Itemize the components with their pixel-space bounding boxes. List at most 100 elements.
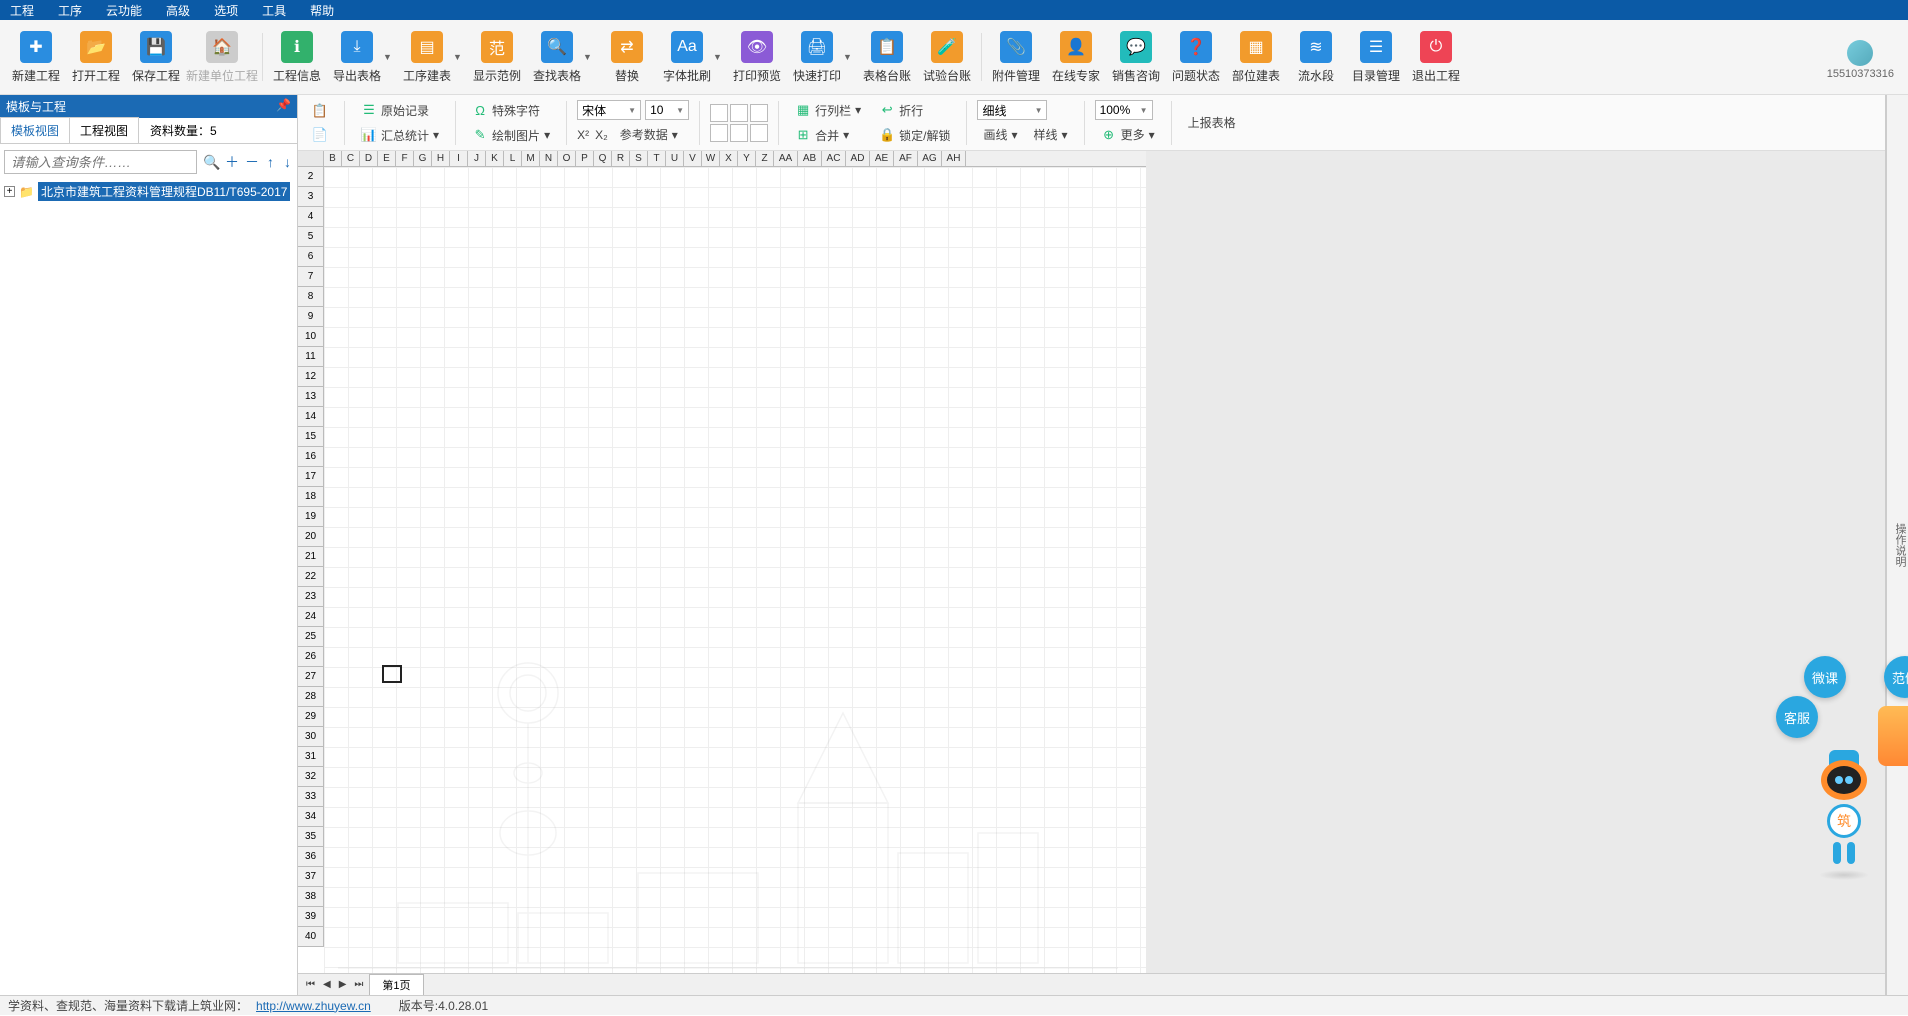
col-header-[interactable]	[298, 151, 324, 166]
sheet-nav-first[interactable]: ⏮	[304, 979, 317, 990]
row-header-29[interactable]: 29	[298, 707, 324, 727]
robot-icon[interactable]: 筑	[1816, 746, 1872, 836]
col-header-J[interactable]: J	[468, 151, 486, 166]
toolbar-快速打印[interactable]: 🖨快速打印	[787, 31, 847, 84]
toolbar-查找表格[interactable]: 🔍查找表格	[527, 31, 587, 84]
tab-project-view[interactable]: 工程视图	[69, 117, 139, 143]
toolbar-退出工程[interactable]: ⏻退出工程	[1406, 31, 1466, 84]
col-header-U[interactable]: U	[666, 151, 684, 166]
row-header-40[interactable]: 40	[298, 927, 324, 947]
row-header-11[interactable]: 11	[298, 347, 324, 367]
add-icon[interactable]: ＋	[225, 152, 239, 172]
col-header-N[interactable]: N	[540, 151, 558, 166]
col-header-D[interactable]: D	[360, 151, 378, 166]
row-header-23[interactable]: 23	[298, 587, 324, 607]
col-header-B[interactable]: B	[324, 151, 342, 166]
col-header-H[interactable]: H	[432, 151, 450, 166]
sheet-nav-last[interactable]: ⏭	[352, 979, 365, 990]
lock-button[interactable]: 🔒锁定/解锁	[873, 125, 956, 146]
row-header-36[interactable]: 36	[298, 847, 324, 867]
row-header-28[interactable]: 28	[298, 687, 324, 707]
col-header-W[interactable]: W	[702, 151, 720, 166]
row-header-8[interactable]: 8	[298, 287, 324, 307]
menu-2[interactable]: 云功能	[106, 2, 142, 19]
toolbar-附件管理[interactable]: 📎附件管理	[986, 31, 1046, 84]
font-size-select[interactable]: 10▼	[645, 100, 689, 120]
rowcol-button[interactable]: ▦行列栏 ▾	[789, 100, 867, 121]
col-header-AH[interactable]: AH	[942, 151, 966, 166]
col-header-X[interactable]: X	[720, 151, 738, 166]
toolbar-流水段[interactable]: ≋流水段	[1286, 31, 1346, 84]
down-icon[interactable]: ↓	[282, 154, 293, 170]
status-link[interactable]: http://www.zhuyew.cn	[256, 999, 371, 1013]
col-header-AF[interactable]: AF	[894, 151, 918, 166]
row-header-15[interactable]: 15	[298, 427, 324, 447]
menu-1[interactable]: 工序	[58, 2, 82, 19]
menu-0[interactable]: 工程	[10, 2, 34, 19]
dropdown-arrow-icon[interactable]: ▼	[453, 52, 463, 62]
col-header-AD[interactable]: AD	[846, 151, 870, 166]
draw-image-button[interactable]: ✎绘制图片 ▾	[466, 125, 556, 146]
row-header-38[interactable]: 38	[298, 887, 324, 907]
col-header-P[interactable]: P	[576, 151, 594, 166]
col-header-K[interactable]: K	[486, 151, 504, 166]
col-header-T[interactable]: T	[648, 151, 666, 166]
toolbar-问题状态[interactable]: ❓问题状态	[1166, 31, 1226, 84]
col-header-O[interactable]: O	[558, 151, 576, 166]
toolbar-导出表格[interactable]: ⤓导出表格	[327, 31, 387, 84]
wrap-button[interactable]: ↩折行	[873, 100, 956, 121]
row-header-4[interactable]: 4	[298, 207, 324, 227]
reference-data-button[interactable]: 参考数据 ▾	[614, 124, 684, 145]
row-header-24[interactable]: 24	[298, 607, 324, 627]
row-header-30[interactable]: 30	[298, 727, 324, 747]
toolbar-打开工程[interactable]: 📂打开工程	[66, 31, 126, 84]
col-header-AG[interactable]: AG	[918, 151, 942, 166]
row-header-26[interactable]: 26	[298, 647, 324, 667]
row-header-17[interactable]: 17	[298, 467, 324, 487]
col-header-AE[interactable]: AE	[870, 151, 894, 166]
toolbar-在线专家[interactable]: 👤在线专家	[1046, 31, 1106, 84]
row-header-37[interactable]: 37	[298, 867, 324, 887]
row-header-10[interactable]: 10	[298, 327, 324, 347]
toolbar-保存工程[interactable]: 💾保存工程	[126, 31, 186, 84]
row-header-6[interactable]: 6	[298, 247, 324, 267]
row-header-34[interactable]: 34	[298, 807, 324, 827]
sheet-tab-1[interactable]: 第1页	[369, 974, 423, 995]
col-header-E[interactable]: E	[378, 151, 396, 166]
toolbar-字体批刷[interactable]: Aa字体批刷	[657, 31, 717, 84]
toolbar-目录管理[interactable]: ☰目录管理	[1346, 31, 1406, 84]
summary-stats-button[interactable]: 📊汇总统计 ▾	[355, 125, 445, 146]
dropdown-arrow-icon[interactable]: ▼	[383, 52, 393, 62]
row-header-12[interactable]: 12	[298, 367, 324, 387]
col-header-L[interactable]: L	[504, 151, 522, 166]
line-style-select[interactable]: 细线▼	[977, 100, 1047, 120]
upload-table-button[interactable]: 上报表格	[1182, 112, 1242, 133]
assistant-bubble-客服[interactable]: 客服	[1776, 696, 1818, 738]
toolbar-销售咨询[interactable]: 💬销售咨询	[1106, 31, 1166, 84]
row-header-14[interactable]: 14	[298, 407, 324, 427]
toolbar-新建工程[interactable]: ✚新建工程	[6, 31, 66, 84]
paste-button[interactable]: 📄	[306, 125, 334, 145]
row-header-2[interactable]: 2	[298, 167, 324, 187]
user-area[interactable]: 15510373316	[1827, 40, 1894, 80]
row-header-21[interactable]: 21	[298, 547, 324, 567]
merge-button[interactable]: ⊞合并 ▾	[789, 125, 867, 146]
row-header-22[interactable]: 22	[298, 567, 324, 587]
toolbar-显示范例[interactable]: 范显示范例	[467, 31, 527, 84]
col-header-R[interactable]: R	[612, 151, 630, 166]
row-header-9[interactable]: 9	[298, 307, 324, 327]
col-header-Y[interactable]: Y	[738, 151, 756, 166]
menu-4[interactable]: 选项	[214, 2, 238, 19]
row-header-16[interactable]: 16	[298, 447, 324, 467]
row-header-18[interactable]: 18	[298, 487, 324, 507]
toolbar-试验台账[interactable]: 🧪试验台账	[917, 31, 977, 84]
toolbar-表格台账[interactable]: 📋表格台账	[857, 31, 917, 84]
col-header-F[interactable]: F	[396, 151, 414, 166]
row-header-20[interactable]: 20	[298, 527, 324, 547]
col-header-Q[interactable]: Q	[594, 151, 612, 166]
right-bar-item-0[interactable]: 操作说明	[1892, 523, 1908, 567]
original-record-button[interactable]: ☰原始记录	[355, 100, 445, 121]
col-header-Z[interactable]: Z	[756, 151, 774, 166]
right-sidebar[interactable]: 操作说明 · 设置栏目 · 全部栏目	[1886, 95, 1908, 995]
font-family-select[interactable]: 宋体▼	[577, 100, 641, 120]
